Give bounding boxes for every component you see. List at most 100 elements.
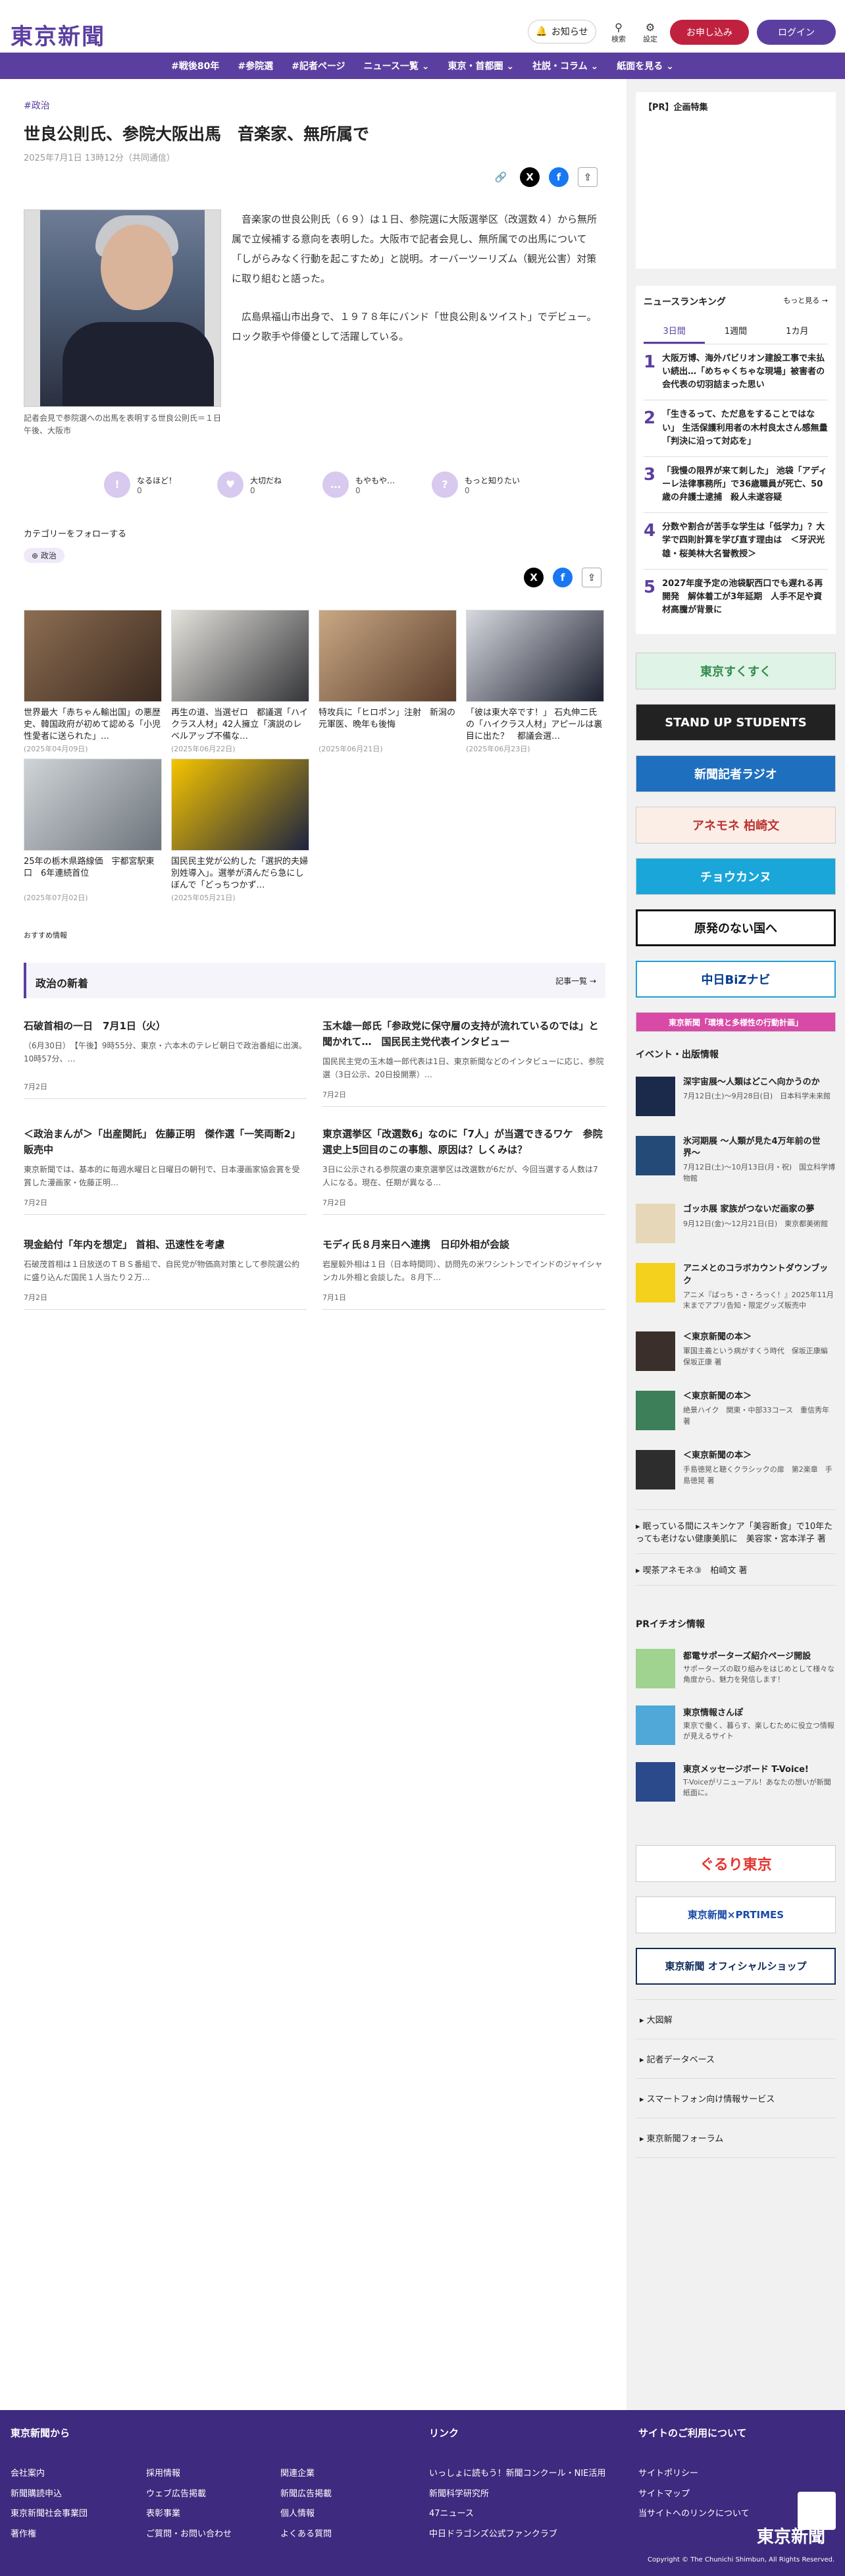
related-card[interactable]: 特攻兵に「ヒロポン」注射 新潟の元軍医、晩年も後悔 (2025年06月21日)	[319, 610, 457, 754]
settings-button[interactable]: ⚙ 設定	[638, 21, 662, 45]
related-card[interactable]: 世界最大「赤ちゃん輸出国」の悪歴史、韓国政府が初めて認める「小児性愛者に送られた…	[24, 610, 162, 754]
ranking-item[interactable]: 4 分数や割合が苦手な学生は「低学力」？大学で四則計算を学び直す理由は ＜牙沢光雄…	[644, 513, 828, 570]
footer-link[interactable]: 47ニュース	[429, 2504, 605, 2525]
follow-chip-politics[interactable]: ⊕ 政治	[24, 548, 64, 563]
banner-genpatsu[interactable]: 原発のない国へ	[636, 909, 836, 947]
footer-link[interactable]: 表彰事業	[146, 2504, 232, 2525]
footer-link[interactable]: 東京新聞社会事業団	[11, 2504, 88, 2525]
ranking-item[interactable]: 5 2027年度予定の池袋駅西口でも遅れる再開発 解体着工が3年延期 人手不足や資…	[644, 570, 828, 625]
nav-item-tokyo[interactable]: 東京・首都圏 ⌄	[448, 59, 514, 72]
footer-link[interactable]: 新聞購読申込	[11, 2484, 88, 2505]
ranking-item[interactable]: 2 「生きるって、ただ息をすることではない」 生活保護利用者の木村良太さん感無量「…	[644, 400, 828, 457]
event-item[interactable]: ゴッホ展 家族がつないだ画家の夢 9月12日(金)〜12月21日(日) 東京都美術…	[636, 1204, 836, 1244]
footer-link[interactable]: 関連企業	[280, 2464, 332, 2484]
copy-link-icon[interactable]: 🔗	[491, 167, 511, 187]
news-item[interactable]: ＜政治まんが＞「出産関託」 佐藤正明 傑作選「一笑両断2」販売中 東京新聞では、基…	[24, 1126, 307, 1215]
footer-link[interactable]: 新聞広告掲載	[280, 2484, 332, 2505]
search-icon: ⚲	[615, 21, 623, 34]
tab-1week[interactable]: 1週間	[705, 319, 766, 344]
reaction-taisetsu[interactable]: ♥ 大切だね 0	[217, 471, 282, 498]
pr-thumb	[636, 1705, 675, 1745]
article-photo[interactable]	[24, 209, 221, 407]
bottom-link[interactable]: ▸ 東京新聞フォーラム	[636, 2118, 836, 2158]
event-item[interactable]: アニメとのコラボカウントダウンブック アニメ『ばっち・さ・ろっく！』2025年11…	[636, 1263, 836, 1311]
latest-more-link[interactable]: 記事一覧 →	[555, 975, 596, 986]
pr-item[interactable]: 東京情報さんぽ東京で働く、暮らす、楽しむために役立つ情報が見えるサイト	[636, 1705, 836, 1745]
banner-sukusuku[interactable]: 東京すくすく	[636, 653, 836, 690]
banner-prtimes[interactable]: 東京新聞×PRTIMES	[636, 1896, 836, 1933]
pr-item[interactable]: 東京メッセージボード T-Voice! T-Voiceがリニューアル！あなたの想い…	[636, 1761, 836, 1802]
reaction-naruhodo[interactable]: ! なるほど！ 0	[104, 471, 176, 498]
footer-link[interactable]: 中日ドラゴンズ公式ファンクラブ	[429, 2525, 605, 2545]
news-item[interactable]: 東京選挙区「改選数6」なのに「7人」が当選できるワケ 参院選史上5回目のこの事態…	[322, 1126, 605, 1215]
site-logo[interactable]: 東京新聞	[11, 18, 105, 51]
footer-link[interactable]: サイトポリシー	[638, 2464, 750, 2484]
footer-link[interactable]: 著作権	[11, 2525, 88, 2545]
news-item[interactable]: 石破首相の一日 7月1日（火） （6月30日） 【午後】9時55分、東京・六本木の…	[24, 1018, 307, 1099]
nav-item-editorial[interactable]: 社説・コラム ⌄	[532, 59, 598, 72]
facebook-share-icon[interactable]: f	[549, 167, 569, 187]
share-icon[interactable]: ⇪	[582, 568, 602, 587]
event-item[interactable]: ＜東京新聞の本＞ 絶景ハイク 関東・中部33コース 重信秀年 著	[636, 1390, 836, 1430]
reaction-shiritai[interactable]: ? もっと知りたい 0	[432, 471, 520, 498]
ranking-more-link[interactable]: もっと見る →	[783, 295, 828, 308]
sidebar-link[interactable]: ▸ 喫茶アネモネ③ 柏崎文 著	[636, 1554, 836, 1586]
event-item[interactable]: ＜東京新聞の本＞ 軍国主義という病がすくう時代 保坂正康編 保坂正康 著	[636, 1331, 836, 1371]
footer-link[interactable]: ご質問・お問い合わせ	[146, 2525, 232, 2545]
login-button[interactable]: ログイン	[757, 20, 836, 45]
footer-link[interactable]: 採用情報	[146, 2464, 232, 2484]
news-item[interactable]: 現金給付「年内を想定」 首相、迅速性を考慮 石破茂首相は１日放送のＴＢＳ番組で、自…	[24, 1237, 307, 1310]
footer-link[interactable]: サイトマップ	[638, 2484, 750, 2505]
event-item[interactable]: ＜東京新聞の本＞ 手島徳晃と聴くクラシックの扉 第2楽章 手島徳晃 著	[636, 1449, 836, 1489]
facebook-share-icon[interactable]: f	[553, 568, 573, 587]
subscribe-button[interactable]: お申し込み	[670, 20, 749, 45]
banner-gururi[interactable]: ぐるり東京	[636, 1844, 836, 1882]
article-tag[interactable]: #政治	[24, 99, 605, 112]
search-button[interactable]: ⚲ 検索	[607, 21, 630, 45]
footer-link[interactable]: 会社案内	[11, 2464, 88, 2484]
news-item[interactable]: モディ氏８月来日へ連携 日印外相が会談 岩屋毅外相は１日（日本時間同）、訪問先の米…	[322, 1237, 605, 1310]
footer-link[interactable]: 個人情報	[280, 2504, 332, 2525]
reaction-moyamoya[interactable]: … もやもや… 0	[322, 471, 395, 498]
related-card[interactable]: 再生の道、当選ゼロ 都議選「ハイクラス人材」42人擁立「演説のレベルアップ不備な…	[171, 610, 309, 754]
bottom-link[interactable]: ▸ 記者データベース	[636, 2039, 836, 2079]
related-card[interactable]: 25年の栃木県路線価 宇都宮駅東口 6年連続首位 (2025年07月02日)	[24, 759, 162, 903]
news-item[interactable]: 玉木雄一郎氏「参政党に保守層の支持が流れているのでは」と聞かれて… 国民民主党代…	[322, 1018, 605, 1107]
share-icon[interactable]: ⇪	[578, 167, 598, 187]
ranking-item[interactable]: 3 「我慢の限界が来て刺した」 池袋「アディーレ法律事務所」で36歳職員が死亡、5…	[644, 457, 828, 514]
banner-diversity[interactable]: 東京新聞「環境と多様性の行動計画」	[636, 1012, 836, 1033]
notify-button[interactable]: 🔔 お知らせ	[528, 20, 596, 43]
footer-link[interactable]: いっしょに読もう！新聞コンクール・NIE活用	[429, 2464, 605, 2484]
footer-link[interactable]: 新聞科学研究所	[429, 2484, 605, 2505]
ranking-item[interactable]: 1 大阪万博、海外パビリオン建設工事で未払い続出…「めちゃくちゃな現場」被害者の会…	[644, 344, 828, 401]
nav-item-news[interactable]: ニュース一覧 ⌄	[364, 59, 430, 72]
x-share-icon[interactable]: X	[524, 568, 544, 587]
pr-title: 東京情報さんぽ	[683, 1707, 744, 1718]
banner-standup[interactable]: STAND UP STUDENTS	[636, 704, 836, 741]
related-card[interactable]: 国民民主党が公約した「選択的夫婦別姓導入」。選挙が済んだら急にしぼんで「どっちつ…	[171, 759, 309, 903]
banner-chokanu[interactable]: チョウカンヌ	[636, 858, 836, 896]
pr-sub: 東京で働く、暮らす、楽しむために役立つ情報が見えるサイト	[683, 1721, 834, 1741]
bottom-link[interactable]: ▸ 大図解	[636, 1999, 836, 2039]
event-item[interactable]: 深宇宙展〜人類はどこへ向かうのか 7月12日(土)〜9月28日(日) 日本科学未来…	[636, 1077, 836, 1117]
related-card[interactable]: 「彼は東大卒です！」 石丸伸二氏の「ハイクラス人材」アピールは裏目に出た？ 都議…	[466, 610, 604, 754]
tab-1month[interactable]: 1カ月	[767, 319, 828, 344]
sidebar-link[interactable]: ▸ 眠っている間にスキンケア「美容断食」で10年たっても老けない健康美肌に 美容…	[636, 1509, 836, 1554]
banner-shop[interactable]: 東京新聞 オフィシャルショップ	[636, 1947, 836, 1985]
pr-item[interactable]: 都電サポーターズ紹介ページ開設 サポーターズの取り組みをはじめとして様々な角度から…	[636, 1648, 836, 1688]
footer-link[interactable]: よくある質問	[280, 2525, 332, 2545]
nav-item-postwar80[interactable]: #戦後80年	[171, 59, 219, 72]
event-item[interactable]: 氷河期展 〜人類が見た4万年前の世界〜 7月12日(土)〜10月13日(月・祝) …	[636, 1136, 836, 1184]
nav-item-reporter[interactable]: #記者ページ	[292, 59, 345, 72]
banner-bizmavi[interactable]: 中日BiZナビ	[636, 961, 836, 998]
bottom-link[interactable]: ▸ スマートフォン向け情報サービス	[636, 2079, 836, 2118]
x-share-icon[interactable]: X	[520, 167, 540, 187]
nav-item-election[interactable]: #参院選	[238, 59, 273, 72]
footer-link[interactable]: 当サイトへのリンクについて	[638, 2504, 750, 2525]
nav-item-paper[interactable]: 紙面を見る ⌄	[617, 59, 674, 72]
banner-anemone[interactable]: アネモネ 柏崎文	[636, 807, 836, 844]
footer-link[interactable]: ウェブ広告掲載	[146, 2484, 232, 2505]
tab-3days[interactable]: 3日間	[644, 319, 705, 344]
related-date: (2025年06月23日)	[466, 745, 530, 753]
banner-radio[interactable]: 新聞記者ラジオ	[636, 755, 836, 793]
